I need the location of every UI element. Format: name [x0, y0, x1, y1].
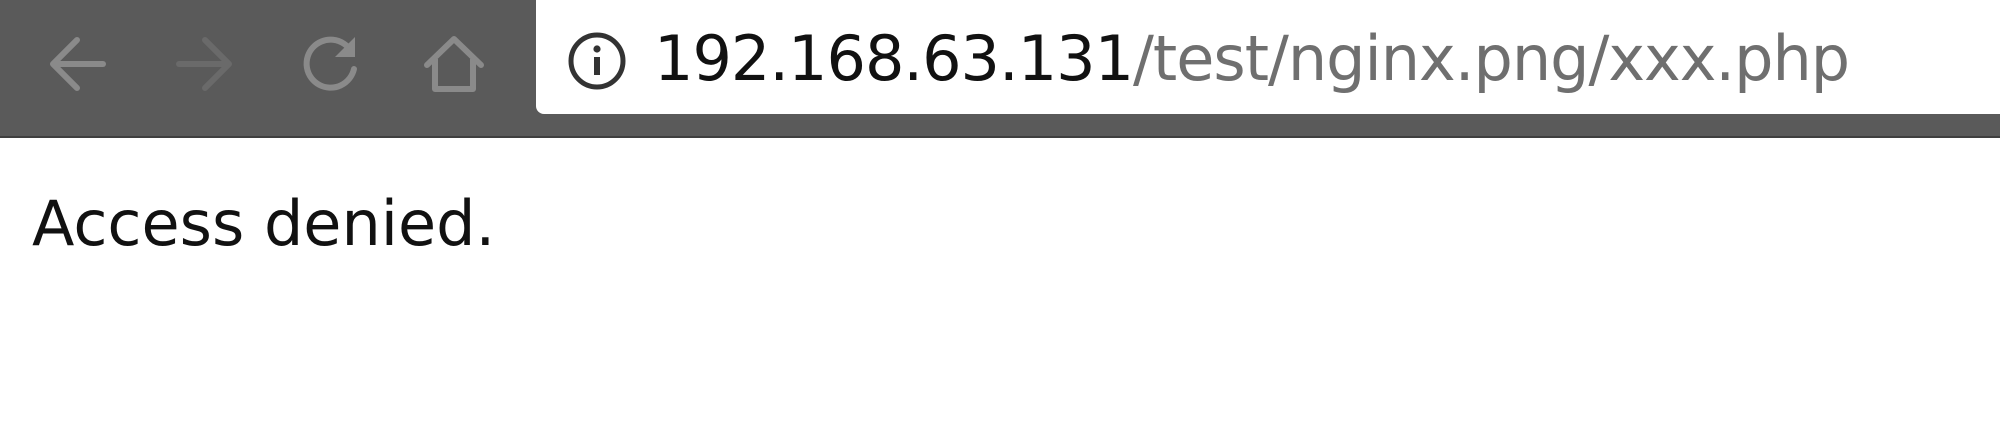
url-text[interactable]: 192.168.63.131/test/nginx.png/xxx.php [654, 14, 1850, 104]
toolbar-divider [0, 136, 2000, 138]
back-arrow-icon [50, 37, 106, 91]
home-button[interactable] [404, 14, 504, 114]
forward-arrow-icon [176, 37, 232, 91]
back-button[interactable] [28, 14, 128, 114]
forward-button[interactable] [154, 14, 254, 114]
info-icon[interactable] [566, 30, 628, 92]
access-denied-message: Access denied. [32, 187, 496, 260]
browser-toolbar: 192.168.63.131/test/nginx.png/xxx.php [0, 0, 2000, 138]
url-path: /test/nginx.png/xxx.php [1133, 22, 1850, 95]
home-icon [424, 36, 484, 92]
reload-button[interactable] [280, 14, 380, 114]
reload-icon [303, 36, 357, 91]
url-host: 192.168.63.131 [654, 22, 1134, 95]
